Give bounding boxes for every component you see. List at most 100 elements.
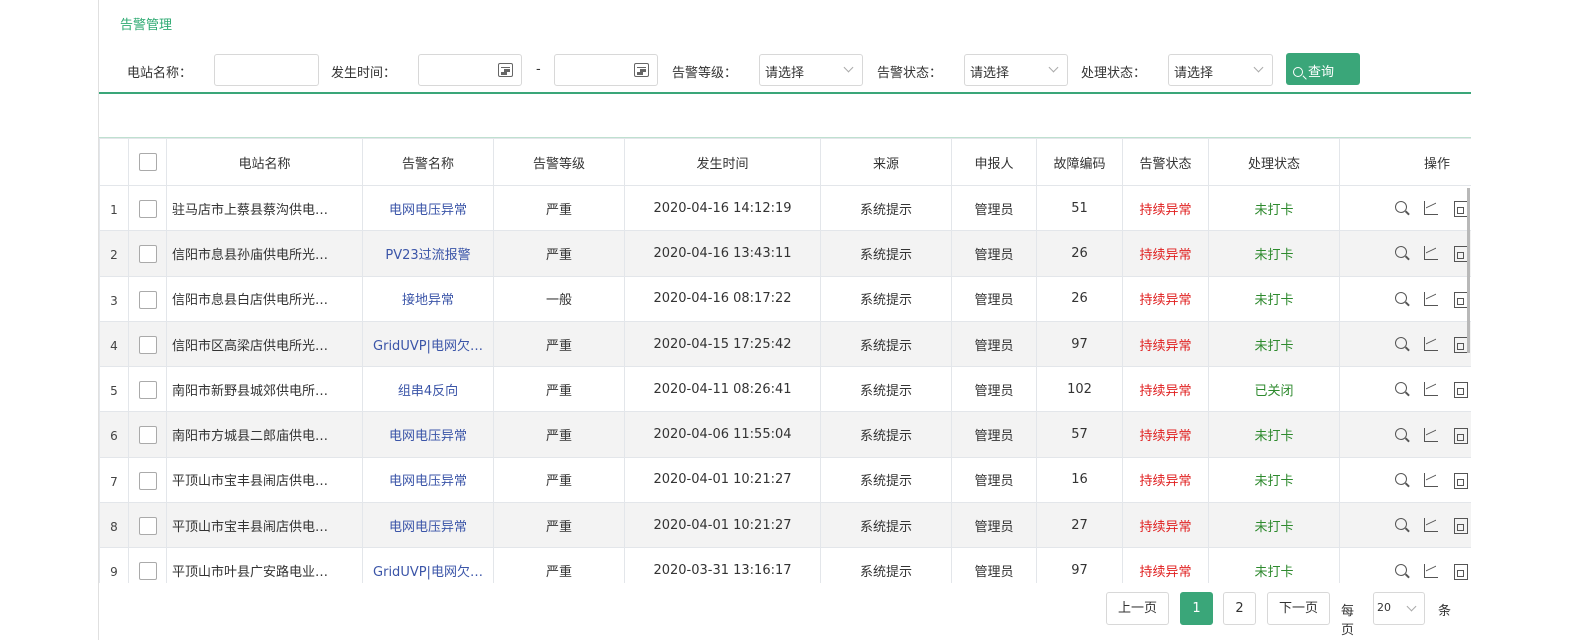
document-icon[interactable] [1452,291,1468,308]
station-name-cell: 信阳市息县孙庙供电所光… [166,230,363,277]
page-1-button[interactable]: 1 [1180,592,1213,625]
per-page-unit: 条 [1438,604,1452,619]
document-icon[interactable] [1452,245,1468,263]
document-icon[interactable] [1452,563,1468,580]
line-chart-icon[interactable] [1423,517,1439,533]
page-2-button[interactable]: 2 [1223,592,1256,625]
column-header[interactable]: 申报人 [951,138,1037,186]
table-row[interactable]: 8 平顶山市宝丰县闹店供电… 电网电压异常 严重 2020-04-01 10:21:27… [99,502,1471,549]
row-checkbox[interactable] [138,471,157,490]
table-row[interactable]: 6 南阳市方城县二郎庙供电… 电网电压异常 严重 2020-04-06 11:55:04… [99,411,1471,458]
line-chart-icon[interactable] [1423,472,1439,488]
chevron-down-icon [1048,62,1059,73]
process-status-cell: 未打卡 [1208,184,1340,232]
search-icon[interactable] [1394,517,1410,533]
row-checkbox[interactable] [138,381,157,400]
row-checkbox[interactable] [138,290,157,309]
table-scrollbar[interactable] [1467,188,1470,353]
row-checkbox[interactable] [138,200,157,218]
document-icon[interactable] [1452,381,1468,399]
alarm-name-link[interactable]: PV23过流报警 [362,230,494,277]
document-icon[interactable] [1452,200,1468,218]
search-icon[interactable] [1394,200,1410,216]
document-icon[interactable] [1452,517,1468,535]
row-checkbox[interactable] [138,517,157,536]
alarm-name-link[interactable]: 电网电压异常 [362,456,494,504]
process-status-cell: 未打卡 [1208,320,1340,368]
search-icon[interactable] [1394,563,1410,579]
row-select-cell [128,502,167,549]
column-header[interactable]: 告警名称 [362,138,494,186]
alarm-name-link[interactable]: GridUVP|电网欠… [362,320,494,368]
search-icon[interactable] [1394,245,1410,261]
process-status-select[interactable]: 请选择 [1168,54,1273,86]
alarm-name-link[interactable]: 接地异常 [362,275,494,322]
row-checkbox[interactable] [138,562,157,581]
calendar-icon[interactable] [498,63,513,77]
table-row[interactable]: 5 南阳市新野县城郊供电所… 组串4反向 严重 2020-04-11 08:26:41 系… [99,366,1471,413]
search-icon[interactable] [1394,381,1410,397]
source-cell: 系统提示 [820,275,952,322]
line-chart-icon[interactable] [1423,336,1439,352]
column-header[interactable]: 电站名称 [166,138,363,186]
row-checkbox[interactable] [138,245,157,264]
alarm-level-value: 请选择 [765,66,805,81]
column-header[interactable]: 发生时间 [624,138,821,186]
document-icon[interactable] [1452,336,1468,354]
column-header[interactable]: 故障编码 [1036,138,1123,186]
alarm-name-link[interactable]: 电网电压异常 [362,502,494,549]
line-chart-icon[interactable] [1423,427,1439,443]
occur-time-cell: 2020-04-11 08:26:41 [624,366,821,413]
alarm-name-link[interactable]: 电网电压异常 [362,184,494,232]
chevron-down-icon [1253,62,1264,73]
alarm-status-select[interactable]: 请选择 [964,54,1068,86]
time-to-input[interactable] [554,54,658,86]
search-icon[interactable] [1394,427,1410,443]
select-all-checkbox[interactable] [138,153,157,171]
row-checkbox[interactable] [138,426,157,445]
time-separator: - [536,62,541,77]
table-row[interactable]: 4 信阳市区高梁店供电所光… GridUVP|电网欠… 严重 2020-04-15 17… [99,320,1471,368]
table-row[interactable]: 2 信阳市息县孙庙供电所光… PV23过流报警 严重 2020-04-16 13:43:… [99,230,1471,277]
search-icon[interactable] [1394,291,1410,307]
table-row[interactable]: 7 平顶山市宝丰县闹店供电… 电网电压异常 严重 2020-04-01 10:21:27… [99,456,1471,504]
next-page-button[interactable]: 下一页 [1267,592,1330,625]
prev-page-button[interactable]: 上一页 [1106,592,1169,625]
station-name-cell: 信阳市区高梁店供电所光… [166,320,363,368]
operations-cell [1339,547,1471,583]
alarm-level-select[interactable]: 请选择 [759,54,863,86]
table-row[interactable]: 9 平顶山市叶县广安路电业… GridUVP|电网欠… 严重 2020-03-31 13… [99,547,1471,583]
time-from-input[interactable] [418,54,522,86]
document-icon[interactable] [1452,472,1468,489]
search-icon[interactable] [1394,336,1410,352]
calendar-icon[interactable] [634,63,649,77]
line-chart-icon[interactable] [1423,291,1439,307]
column-header[interactable]: 处理状态 [1208,138,1340,186]
process-status-label: 处理状态： [1081,66,1147,81]
column-header[interactable]: 告警状态 [1122,138,1209,186]
table-row[interactable]: 3 信阳市息县白店供电所光… 接地异常 一般 2020-04-16 08:17:22 系统… [99,275,1471,322]
alarm-name-link[interactable]: GridUVP|电网欠… [362,547,494,583]
column-header[interactable]: 告警等级 [493,138,625,186]
line-chart-icon[interactable] [1423,200,1439,216]
line-chart-icon[interactable] [1423,563,1439,579]
line-chart-icon[interactable] [1423,381,1439,397]
alarm-name-link[interactable]: 电网电压异常 [362,411,494,458]
column-header[interactable]: 来源 [820,138,952,186]
process-status-cell: 已关闭 [1208,366,1340,413]
line-chart-icon[interactable] [1423,245,1439,261]
page-size-select[interactable]: 20 [1373,592,1425,625]
row-checkbox[interactable] [138,335,157,354]
alarm-name-link[interactable]: 组串4反向 [362,366,494,413]
breadcrumb[interactable]: 告警管理 [120,14,172,33]
alarm-status-cell: 持续异常 [1122,502,1209,549]
reporter-cell: 管理员 [951,411,1037,458]
query-button[interactable]: 查询 [1286,53,1360,85]
alarm-status-cell: 持续异常 [1122,275,1209,322]
station-name-input[interactable] [214,54,319,86]
search-icon[interactable] [1394,472,1410,488]
table-row[interactable]: 1 驻马店市上蔡县蔡沟供电… 电网电压异常 严重 2020-04-16 14:12:19… [99,184,1471,232]
chevron-down-icon [843,62,854,73]
document-icon[interactable] [1452,427,1468,444]
fault-code-cell: 97 [1036,547,1123,583]
